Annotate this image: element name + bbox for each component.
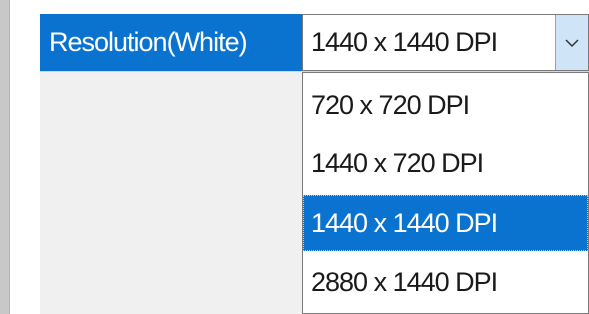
property-label-column	[40, 72, 302, 314]
left-scroll-gutter	[0, 0, 10, 314]
property-label-resolution-white: Resolution(White)	[40, 14, 302, 71]
dropdown-toggle-button[interactable]	[555, 15, 588, 70]
dropdown-option[interactable]: 1440 x 720 DPI	[303, 135, 588, 191]
combobox-value: 1440 x 1440 DPI	[311, 27, 498, 57]
dropdown-option-selected[interactable]: 1440 x 1440 DPI	[303, 195, 588, 251]
resolution-dropdown-list: 720 x 720 DPI 1440 x 720 DPI 1440 x 1440…	[302, 72, 589, 314]
property-panel-margin	[10, 0, 40, 314]
chevron-down-icon	[565, 38, 579, 47]
dropdown-option[interactable]: 2880 x 1440 DPI	[303, 254, 588, 310]
dropdown-option[interactable]: 720 x 720 DPI	[303, 77, 588, 133]
resolution-combobox[interactable]: 1440 x 1440 DPI	[302, 14, 589, 71]
